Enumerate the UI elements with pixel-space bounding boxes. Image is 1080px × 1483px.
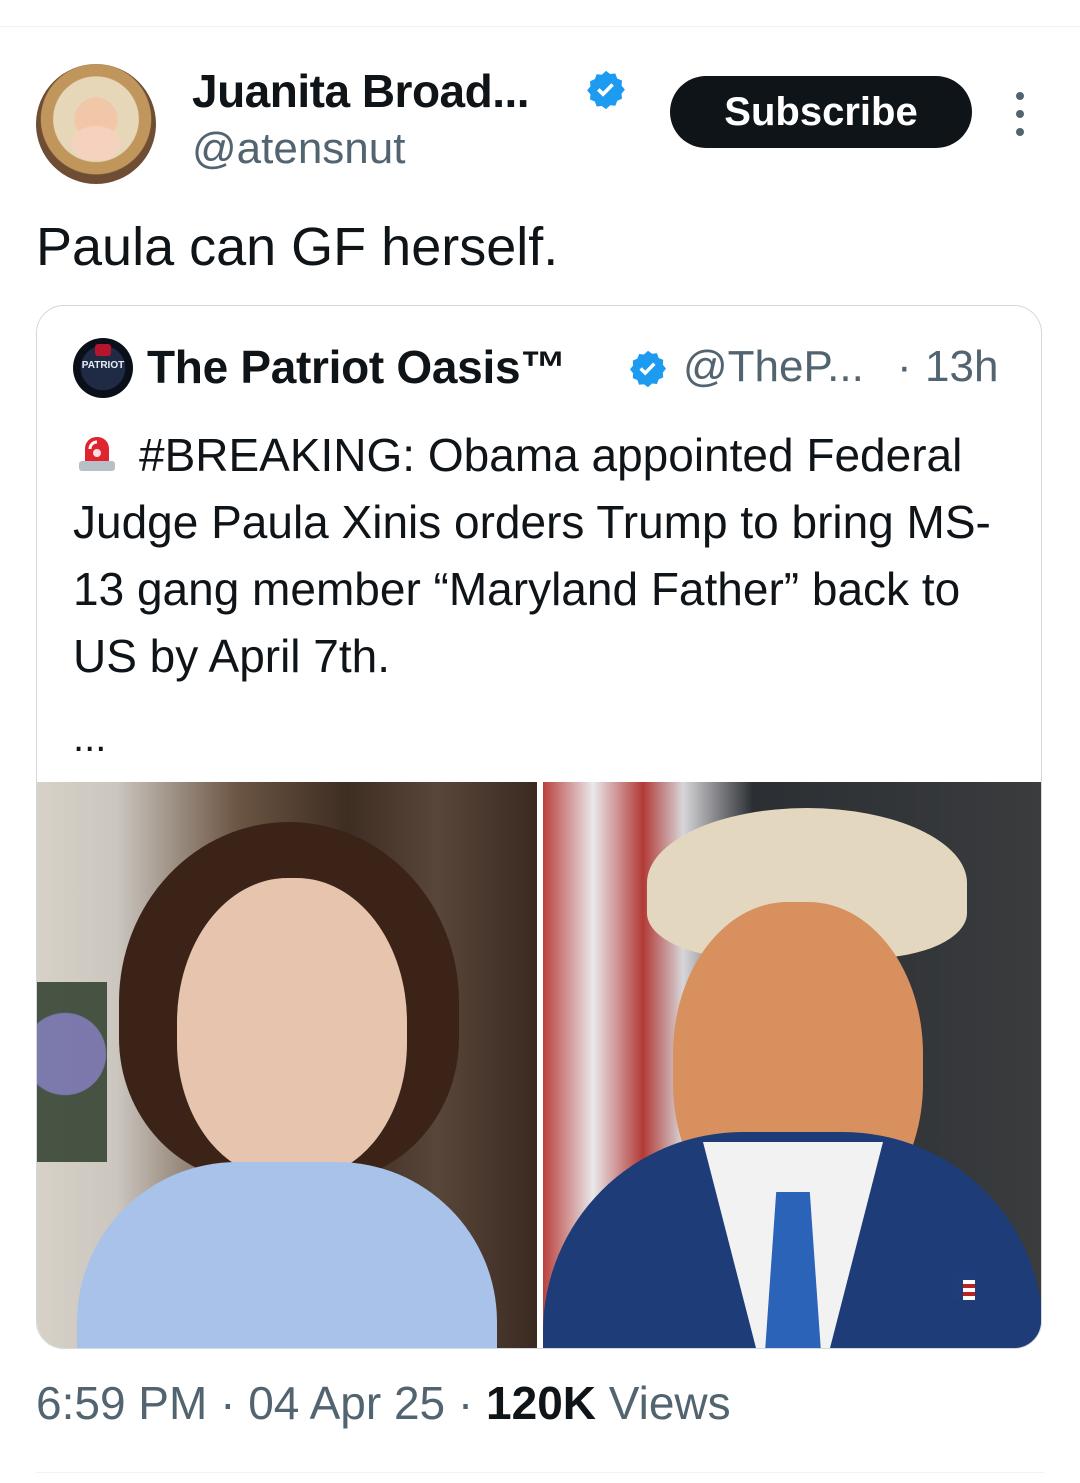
verified-badge-icon — [587, 70, 625, 110]
meta-separator: · — [220, 1377, 236, 1429]
siren-icon — [73, 430, 121, 478]
quoted-tweet-card[interactable]: PATRIOT The Patriot Oasis™ @TheP... · 13… — [36, 305, 1042, 1349]
quoted-verified-badge-icon — [629, 350, 667, 388]
bottom-divider — [36, 1472, 1044, 1473]
quoted-author-name[interactable]: The Patriot Oasis™ — [147, 340, 566, 394]
flag-pin-icon — [953, 1270, 975, 1300]
more-dot-icon — [1016, 110, 1024, 118]
media-image-right[interactable] — [543, 782, 1041, 1348]
tweet-meta: 6:59 PM · 04 Apr 25 · 120K Views — [36, 1376, 731, 1430]
author-handle[interactable]: @atensnut — [192, 124, 405, 174]
quoted-media-grid — [37, 782, 1041, 1348]
subscribe-button[interactable]: Subscribe — [670, 76, 972, 148]
views-count: 120K — [486, 1377, 596, 1429]
tweet-date: 04 Apr 25 — [248, 1377, 446, 1429]
author-name[interactable]: Juanita Broad... — [192, 64, 530, 118]
quoted-separator: · — [897, 342, 912, 391]
quoted-author-handle[interactable]: @TheP... — [683, 342, 864, 392]
quoted-text-ellipsis: ... — [73, 716, 107, 760]
more-dot-icon — [1016, 92, 1024, 100]
tweet-text: Paula can GF herself. — [36, 217, 559, 277]
media-image-left[interactable] — [37, 782, 537, 1348]
quoted-timestamp[interactable]: 13h — [925, 342, 998, 392]
top-divider — [0, 26, 1080, 27]
more-options-icon[interactable] — [1006, 92, 1034, 136]
meta-separator: · — [457, 1377, 474, 1429]
quoted-author-avatar[interactable]: PATRIOT — [73, 338, 133, 398]
quoted-avatar-logo-text: PATRIOT — [81, 360, 125, 371]
tweet-time: 6:59 PM — [36, 1377, 208, 1429]
more-dot-icon — [1016, 128, 1024, 136]
face-shape — [177, 878, 407, 1178]
quoted-tweet-body: #BREAKING: Obama appointed Federal Judge… — [73, 429, 991, 682]
views-label: Views — [608, 1377, 731, 1429]
author-avatar[interactable] — [36, 64, 156, 184]
quoted-tweet-text: #BREAKING: Obama appointed Federal Judge… — [73, 422, 1023, 690]
sweater-shape — [77, 1162, 497, 1348]
flowers-shape — [37, 982, 107, 1162]
